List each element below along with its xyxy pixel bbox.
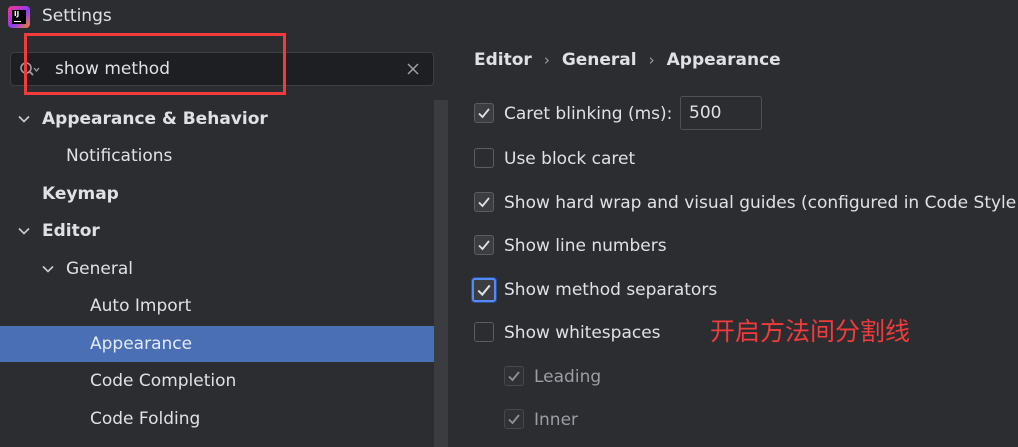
tree-item-label: Editor xyxy=(42,221,100,241)
block-caret-label: Use block caret xyxy=(504,149,636,169)
breadcrumb-item: Appearance xyxy=(666,50,781,70)
hard-wrap-checkbox[interactable] xyxy=(474,192,494,212)
chevron-down-icon[interactable] xyxy=(18,113,30,125)
method-separators-option[interactable]: Show method separators xyxy=(472,275,772,305)
tree-item-keymap[interactable]: Keymap xyxy=(0,176,436,212)
breadcrumb-item[interactable]: Editor xyxy=(474,50,532,70)
caret-blinking-checkbox[interactable] xyxy=(474,103,494,123)
tree-item-appearance[interactable]: Appearance xyxy=(0,326,448,362)
tree-item-label: Appearance xyxy=(90,334,193,354)
tree-item-label: Code Folding xyxy=(90,409,201,429)
whitespaces-option[interactable]: Show whitespaces xyxy=(474,318,694,348)
line-numbers-label: Show line numbers xyxy=(504,236,667,256)
checkmark-icon xyxy=(478,108,490,119)
settings-search-box[interactable] xyxy=(10,52,434,86)
tree-item-label: Code Completion xyxy=(90,371,237,391)
tree-item-label: General xyxy=(66,259,133,279)
search-input[interactable] xyxy=(55,57,395,81)
tree-item-label: Auto Import xyxy=(90,296,192,316)
inner-option: Inner xyxy=(504,405,654,435)
tree-scrollbar[interactable] xyxy=(434,100,448,447)
chevron-right-icon: › xyxy=(543,51,550,69)
caret-blinking-label: Caret blinking (ms): xyxy=(504,104,673,124)
window-title: Settings xyxy=(42,6,112,26)
tree-item-editor[interactable]: Editor xyxy=(0,213,436,249)
breadcrumb-item[interactable]: General xyxy=(562,50,637,70)
chevron-down-icon[interactable] xyxy=(18,225,30,237)
tree-item-general[interactable]: General xyxy=(0,251,436,287)
checkmark-icon xyxy=(508,414,520,425)
method-separators-label: Show method separators xyxy=(504,280,718,300)
clear-search-icon[interactable] xyxy=(406,62,420,76)
tree-item-auto-import[interactable]: Auto Import xyxy=(0,288,436,324)
whitespaces-label: Show whitespaces xyxy=(504,323,661,343)
search-icon[interactable] xyxy=(19,60,41,80)
hard-wrap-option[interactable]: Show hard wrap and visual guides (config… xyxy=(474,188,1018,218)
inner-checkbox xyxy=(504,409,524,429)
annotation-text: 开启方法间分割线 xyxy=(710,317,911,346)
tree-item-label: Appearance & Behavior xyxy=(42,109,268,129)
checkmark-icon xyxy=(478,240,490,251)
hard-wrap-label: Show hard wrap and visual guides (config… xyxy=(504,193,1017,213)
caret-blinking-option[interactable]: Caret blinking (ms): xyxy=(474,99,684,129)
checkmark-icon xyxy=(508,371,520,382)
leading-option: Leading xyxy=(504,362,654,392)
intellij-logo-icon: IJ xyxy=(8,6,30,28)
caret-blinking-ms-input[interactable] xyxy=(680,96,762,130)
line-numbers-checkbox[interactable] xyxy=(474,235,494,255)
method-separators-checkbox[interactable] xyxy=(472,278,496,302)
inner-label: Inner xyxy=(534,410,579,430)
whitespaces-checkbox[interactable] xyxy=(474,322,494,342)
tree-item-label: Notifications xyxy=(66,146,173,166)
tree-item-notifications[interactable]: Notifications xyxy=(0,138,436,174)
leading-checkbox xyxy=(504,366,524,386)
leading-label: Leading xyxy=(534,367,602,387)
block-caret-checkbox[interactable] xyxy=(474,148,494,168)
block-caret-option[interactable]: Use block caret xyxy=(474,144,774,174)
tree-item-appearance-behavior[interactable]: Appearance & Behavior xyxy=(0,101,436,137)
tree-item-code-folding[interactable]: Code Folding xyxy=(0,401,436,437)
chevron-down-icon[interactable] xyxy=(42,263,54,275)
line-numbers-option[interactable]: Show line numbers xyxy=(474,231,774,261)
settings-tree: Appearance & Behavior Notifications Keym… xyxy=(0,100,448,447)
chevron-right-icon: › xyxy=(648,51,655,69)
title-bar: IJ Settings xyxy=(0,0,1018,36)
checkmark-icon xyxy=(477,284,491,297)
checkmark-icon xyxy=(478,197,490,208)
tree-item-label: Keymap xyxy=(42,184,119,204)
breadcrumb: Editor › General › Appearance xyxy=(474,50,781,76)
tree-item-code-completion[interactable]: Code Completion xyxy=(0,363,436,399)
